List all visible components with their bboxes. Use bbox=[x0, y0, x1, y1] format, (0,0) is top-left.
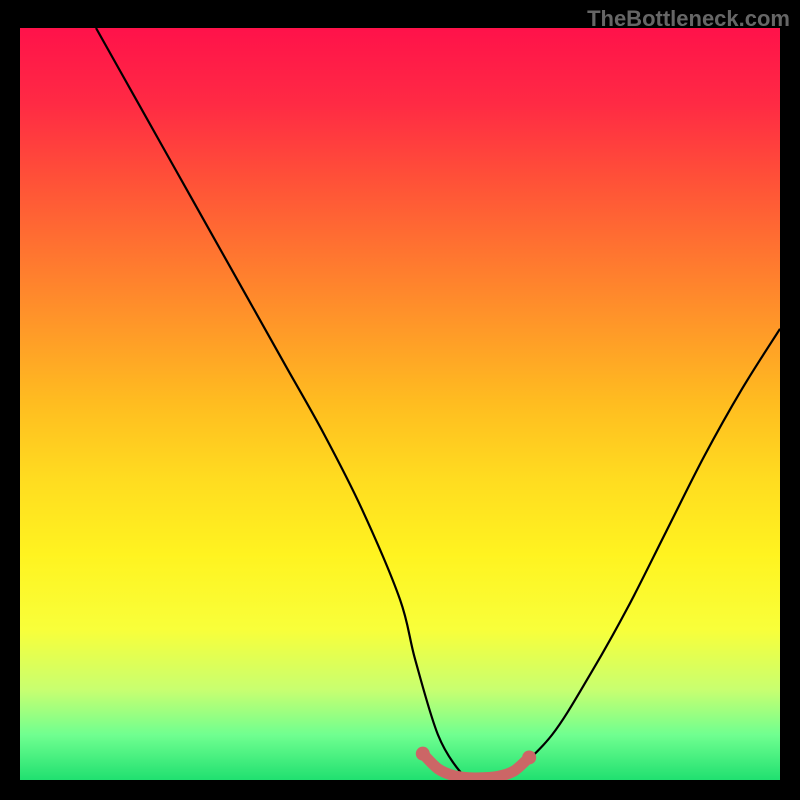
bottleneck-curve-path bbox=[96, 28, 780, 780]
optimal-band-path bbox=[423, 754, 529, 778]
plot-area bbox=[20, 28, 780, 780]
optimal-band-endpoint bbox=[416, 747, 430, 761]
chart-container: TheBottleneck.com bbox=[0, 0, 800, 800]
curve-overlay bbox=[20, 28, 780, 780]
watermark-text: TheBottleneck.com bbox=[587, 6, 790, 32]
optimal-band-endpoint bbox=[522, 750, 536, 764]
